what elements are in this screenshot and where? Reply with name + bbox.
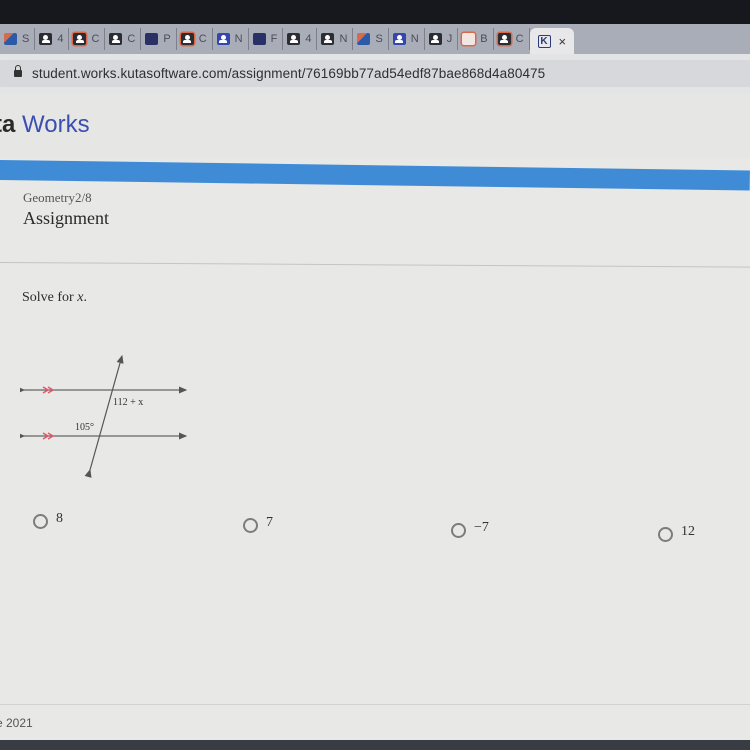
choice-d[interactable]: 12 [658, 523, 695, 542]
tab-label: C [198, 33, 207, 45]
browser-tab-active[interactable]: K × [529, 28, 575, 54]
assignment-header: Geometry2/8 Assignment [0, 186, 750, 266]
tab-label: C [127, 33, 136, 45]
classroom-icon [321, 33, 335, 45]
multicolor-app-icon [4, 33, 17, 45]
site-logo[interactable]: ta Works [0, 111, 90, 139]
choice-label: 7 [266, 514, 273, 530]
browser-tab[interactable]: C [69, 28, 106, 50]
classroom-icon [180, 33, 194, 45]
browser-tab[interactable]: C [105, 28, 142, 50]
footer-divider [0, 704, 750, 705]
multicolor-app-icon [357, 33, 371, 45]
radio-button[interactable] [451, 523, 466, 538]
tab-label: N [234, 33, 243, 45]
document-icon [145, 33, 159, 45]
tab-label: 4 [57, 33, 64, 45]
browser-tab[interactable]: P [141, 28, 177, 50]
prompt-text: Solve for [22, 290, 78, 305]
choice-label: −7 [474, 519, 489, 535]
url-text: student.works.kutasoftware.com/assignmen… [32, 66, 546, 81]
browser-tab-strip: S 4 C C P C N F 4 N S N J B C K × [0, 24, 750, 54]
choice-a[interactable]: 8 [33, 510, 63, 529]
page-content: ta Works Geometry2/8 Assignment Solve fo… [0, 94, 750, 740]
browser-tab[interactable]: 4 [35, 28, 70, 50]
classroom-icon [428, 33, 442, 45]
site-header: ta Works [0, 94, 750, 158]
screen-bezel [0, 0, 750, 24]
assignment-title: Assignment [23, 208, 110, 228]
browser-tab[interactable]: N [389, 28, 425, 50]
browser-tab[interactable]: S [353, 28, 389, 50]
grid-icon [252, 33, 266, 45]
browser-tab[interactable]: 4 [283, 28, 318, 50]
brand-prefix: ta [0, 111, 16, 138]
transversal-line [84, 354, 124, 478]
browser-tab[interactable]: C [494, 28, 530, 50]
prompt-end: . [83, 290, 87, 305]
classroom-icon [497, 33, 511, 45]
kuta-favicon-icon: K [537, 34, 551, 48]
tab-label: S [375, 33, 383, 45]
tab-label: F [270, 33, 278, 45]
browser-tab[interactable]: S [0, 28, 36, 50]
classroom-icon [73, 33, 87, 45]
parallel-lines-diagram: 112 + x 105° [20, 354, 188, 478]
angle-label-top: 112 + x [113, 397, 143, 408]
footer-copyright: e 2021 [0, 716, 33, 730]
tab-label: C [91, 33, 100, 45]
close-tab-icon[interactable]: × [559, 34, 567, 49]
tab-label: N [339, 33, 348, 45]
choice-label: 12 [681, 523, 695, 539]
url-field[interactable]: student.works.kutasoftware.com/assignmen… [0, 60, 750, 87]
browser-tab[interactable]: J [425, 28, 459, 50]
screen-bezel-bottom [0, 740, 750, 750]
lock-icon [14, 65, 22, 77]
tab-label: P [163, 33, 171, 45]
address-bar: student.works.kutasoftware.com/assignmen… [0, 54, 750, 94]
classroom-icon [109, 33, 123, 45]
slides-icon [462, 33, 476, 45]
tab-label: 4 [305, 33, 312, 45]
choice-b[interactable]: 7 [243, 514, 273, 533]
classroom-icon [216, 33, 230, 45]
browser-tab[interactable]: C [177, 28, 213, 50]
classroom-icon [392, 33, 406, 45]
choice-c[interactable]: −7 [451, 519, 489, 538]
classroom-icon [287, 33, 301, 45]
tab-label: C [515, 33, 524, 45]
radio-button[interactable] [243, 518, 258, 533]
browser-tab[interactable]: F [249, 28, 284, 50]
tab-label: B [480, 33, 488, 45]
brand-suffix: Works [22, 111, 90, 138]
tab-label: J [446, 33, 453, 45]
radio-button[interactable] [33, 514, 48, 529]
choice-label: 8 [56, 510, 63, 526]
radio-button[interactable] [658, 527, 673, 542]
course-name: Geometry2/8 [23, 190, 92, 205]
tab-label: S [22, 33, 30, 45]
browser-tab[interactable]: N [213, 28, 249, 50]
classroom-icon [39, 33, 53, 45]
browser-tab[interactable]: N [317, 28, 354, 50]
browser-tab[interactable]: B [458, 28, 494, 50]
question-prompt: Solve for x. [22, 290, 87, 306]
tab-label: N [410, 33, 419, 45]
angle-label-bottom: 105° [75, 422, 94, 433]
